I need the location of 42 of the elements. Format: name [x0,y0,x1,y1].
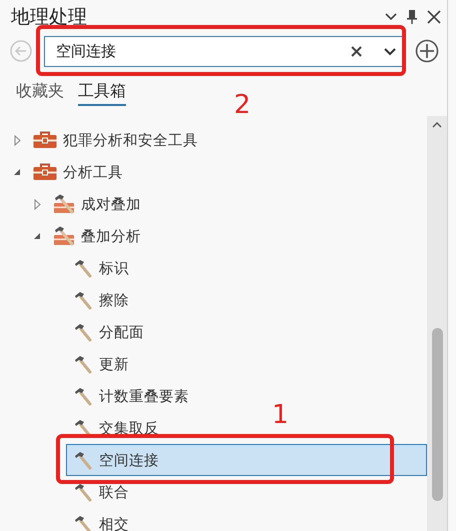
tree-item[interactable]: 相交 [66,508,136,531]
clear-icon[interactable] [351,46,362,56]
tree-item[interactable]: 成对叠加 [46,188,148,220]
hammer-icon [73,290,93,310]
tree-item[interactable]: 更新 [66,348,136,380]
toolset-icon [53,194,75,214]
hammer-icon [73,258,93,278]
toolbox-icon [33,163,57,181]
tree-item[interactable]: 分配面 [66,316,151,348]
hammer-icon [73,514,93,531]
tab[interactable]: 收藏夹 [16,81,64,106]
toolset-icon [53,226,75,246]
toolbox-icon [33,131,57,149]
tree-item[interactable]: 计数重叠要素 [66,380,196,412]
callout-number: 2 [234,92,251,118]
hammer-icon [73,482,93,502]
tree-item[interactable]: 空间连接 [66,444,427,476]
scrollbar-thumb[interactable] [432,328,443,501]
expanded-arrow-icon[interactable] [33,232,41,240]
hammer-icon [73,322,93,342]
add-icon[interactable] [415,39,439,63]
collapsed-arrow-icon[interactable] [14,134,20,146]
callout-number: 1 [272,402,289,428]
panel-title: 地理处理 [11,5,88,30]
tree-item[interactable]: 犯罪分析和安全工具 [26,124,205,156]
hammer-icon [73,386,93,406]
hammer-icon [73,450,93,470]
tab[interactable]: 工具箱 [78,81,126,106]
tree-item[interactable]: 擦除 [66,284,136,316]
close-icon[interactable] [427,10,441,24]
scroll-up-icon[interactable] [432,121,442,128]
expanded-arrow-icon[interactable] [13,168,21,176]
caret-down-icon[interactable] [385,13,397,21]
dropdown-caret-icon[interactable] [384,48,396,56]
pin-icon[interactable] [407,10,417,24]
tree-item[interactable]: 分析工具 [26,156,130,188]
hammer-icon [73,354,93,374]
collapsed-arrow-icon[interactable] [34,198,40,210]
tree-item[interactable]: 联合 [66,476,136,508]
tree-item[interactable]: 叠加分析 [46,220,148,252]
search-field[interactable]: 空间连接 [44,36,403,66]
tree-item[interactable]: 标识 [66,252,136,284]
